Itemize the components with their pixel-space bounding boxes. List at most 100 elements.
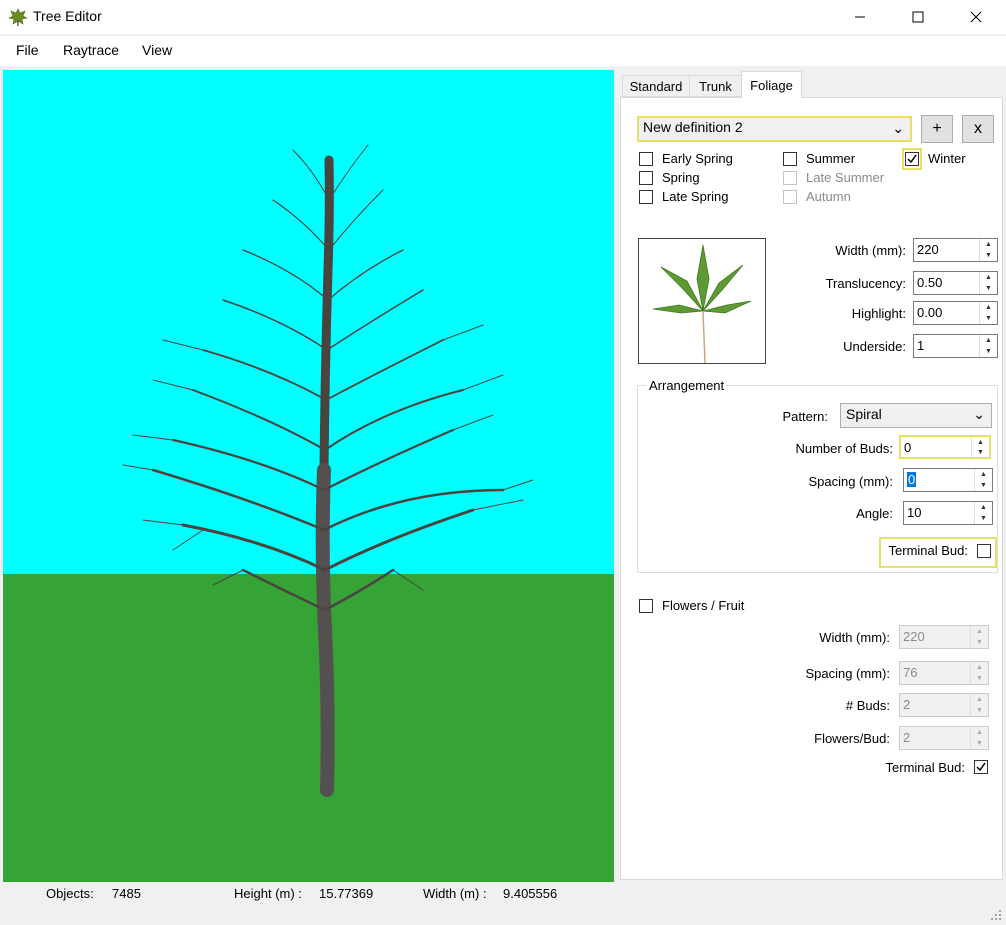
definition-select[interactable]: New definition 2 ⌄ (637, 116, 912, 142)
objects-value: 7485 (112, 886, 141, 901)
tab-foliage[interactable]: Foliage (741, 71, 802, 98)
translucency-spinner[interactable]: ▲ ▼ (979, 272, 997, 294)
resize-grip-icon[interactable] (990, 909, 1002, 921)
translucency-input[interactable]: 0.50 ▲ ▼ (913, 271, 998, 295)
angle-spinner[interactable]: ▲ ▼ (974, 502, 992, 524)
early-spring-checkbox[interactable] (639, 152, 653, 166)
angle-input[interactable]: 10 ▲ ▼ (903, 501, 993, 525)
window-title: Tree Editor (33, 8, 102, 24)
leaf-image[interactable] (638, 238, 766, 364)
spin-up-icon[interactable]: ▲ (972, 437, 989, 447)
leaf-width-spinner[interactable]: ▲ ▼ (979, 239, 997, 261)
spin-down-icon[interactable]: ▼ (980, 250, 997, 261)
angle-value: 10 (907, 505, 922, 520)
pattern-value: Spiral (846, 406, 882, 422)
spin-down-icon[interactable]: ▼ (980, 283, 997, 294)
checkmark-icon (976, 762, 986, 772)
underside-spinner[interactable]: ▲ ▼ (979, 335, 997, 357)
width-value: 9.405556 (503, 886, 558, 901)
height-value: 15.77369 (319, 886, 374, 901)
spin-up-icon[interactable]: ▲ (975, 469, 992, 480)
spin-up-icon[interactable]: ▲ (975, 502, 992, 513)
winter-checkbox[interactable] (905, 152, 919, 166)
terminal-bud-checkbox[interactable] (977, 544, 991, 558)
menu-raytrace[interactable]: Raytrace (63, 42, 119, 58)
maximize-button[interactable] (895, 0, 941, 34)
checkmark-icon (907, 154, 917, 164)
flowers-per-bud-spinner[interactable]: ▲ ▼ (970, 727, 988, 749)
spring-label: Spring (662, 170, 700, 185)
spin-up-icon[interactable]: ▲ (971, 626, 988, 637)
underside-label: Underside: (843, 339, 906, 354)
close-button[interactable] (953, 0, 999, 34)
spin-down-icon[interactable]: ▼ (975, 513, 992, 524)
spacing-value: 0 (907, 472, 917, 487)
late-summer-checkbox[interactable] (783, 171, 797, 185)
late-spring-label: Late Spring (662, 189, 729, 204)
spacing-mm-label: Spacing (mm): (808, 474, 893, 489)
leaf-width-value: 220 (917, 242, 939, 257)
remove-definition-button[interactable]: x (962, 115, 994, 143)
autumn-label: Autumn (806, 189, 851, 204)
summer-label: Summer (806, 151, 856, 166)
highlight-input[interactable]: 0.00 ▲ ▼ (913, 301, 998, 325)
tree-render (122, 144, 534, 797)
spin-up-icon[interactable]: ▲ (971, 694, 988, 705)
flower-buds-input[interactable]: 2 ▲ ▼ (899, 693, 989, 717)
height-label: Height (m) : (234, 886, 302, 901)
terminal-bud-label: Terminal Bud: (888, 543, 968, 558)
pattern-label: Pattern: (782, 409, 828, 424)
minimize-button[interactable] (837, 0, 883, 34)
flower-spacing-input[interactable]: 76 ▲ ▼ (899, 661, 989, 685)
spacing-input[interactable]: 0 ▲ ▼ (903, 468, 993, 492)
number-of-buds-input[interactable]: 0 ▲ ▼ (899, 435, 991, 459)
spin-down-icon[interactable]: ▼ (971, 705, 988, 716)
tab-trunk[interactable]: Trunk (689, 75, 742, 97)
summer-checkbox[interactable] (783, 152, 797, 166)
menu-file[interactable]: File (16, 42, 39, 58)
flower-terminal-bud-label: Terminal Bud: (885, 760, 965, 775)
spin-up-icon[interactable]: ▲ (971, 662, 988, 673)
spin-down-icon[interactable]: ▼ (971, 673, 988, 684)
menu-view[interactable]: View (142, 42, 172, 58)
spin-down-icon[interactable]: ▼ (980, 313, 997, 324)
flower-width-input[interactable]: 220 ▲ ▼ (899, 625, 989, 649)
flowers-fruit-label: Flowers / Fruit (662, 598, 745, 613)
highlight-value: 0.00 (917, 305, 943, 320)
flowers-fruit-checkbox[interactable] (639, 599, 653, 613)
flower-width-spinner[interactable]: ▲ ▼ (970, 626, 988, 648)
flower-spacing-spinner[interactable]: ▲ ▼ (970, 662, 988, 684)
spin-down-icon[interactable]: ▼ (971, 637, 988, 648)
flower-terminal-bud-checkbox[interactable] (974, 760, 988, 774)
spin-down-icon[interactable]: ▼ (975, 480, 992, 491)
spin-up-icon[interactable]: ▲ (980, 272, 997, 283)
highlight-spinner[interactable]: ▲ ▼ (979, 302, 997, 324)
spin-up-icon[interactable]: ▲ (980, 239, 997, 250)
spin-down-icon[interactable]: ▼ (980, 346, 997, 357)
flowers-per-bud-input[interactable]: 2 ▲ ▼ (899, 726, 989, 750)
chevron-down-icon: ⌄ (973, 406, 985, 422)
spin-up-icon[interactable]: ▲ (980, 335, 997, 346)
flowers-per-bud-label: Flowers/Bud: (814, 731, 890, 746)
tab-standard[interactable]: Standard (622, 75, 690, 97)
leaf-icon (652, 244, 752, 364)
spin-up-icon[interactable]: ▲ (971, 727, 988, 738)
spacing-spinner[interactable]: ▲ ▼ (974, 469, 992, 491)
number-of-buds-spinner[interactable]: ▲ ▼ (971, 437, 989, 457)
autumn-checkbox[interactable] (783, 190, 797, 204)
flower-spacing-label: Spacing (mm): (805, 666, 890, 681)
spin-up-icon[interactable]: ▲ (980, 302, 997, 313)
maximize-icon (912, 11, 924, 23)
flower-width-value: 220 (903, 629, 925, 644)
flower-buds-spinner[interactable]: ▲ ▼ (970, 694, 988, 716)
number-of-buds-value: 0 (904, 440, 912, 455)
spring-checkbox[interactable] (639, 171, 653, 185)
underside-input[interactable]: 1 ▲ ▼ (913, 334, 998, 358)
pattern-select[interactable]: Spiral ⌄ (840, 403, 992, 428)
spin-down-icon[interactable]: ▼ (972, 447, 989, 457)
leaf-width-input[interactable]: 220 ▲ ▼ (913, 238, 998, 262)
late-spring-checkbox[interactable] (639, 190, 653, 204)
spin-down-icon[interactable]: ▼ (971, 738, 988, 749)
tree-viewport[interactable] (3, 70, 614, 882)
add-definition-button[interactable]: + (921, 115, 953, 143)
